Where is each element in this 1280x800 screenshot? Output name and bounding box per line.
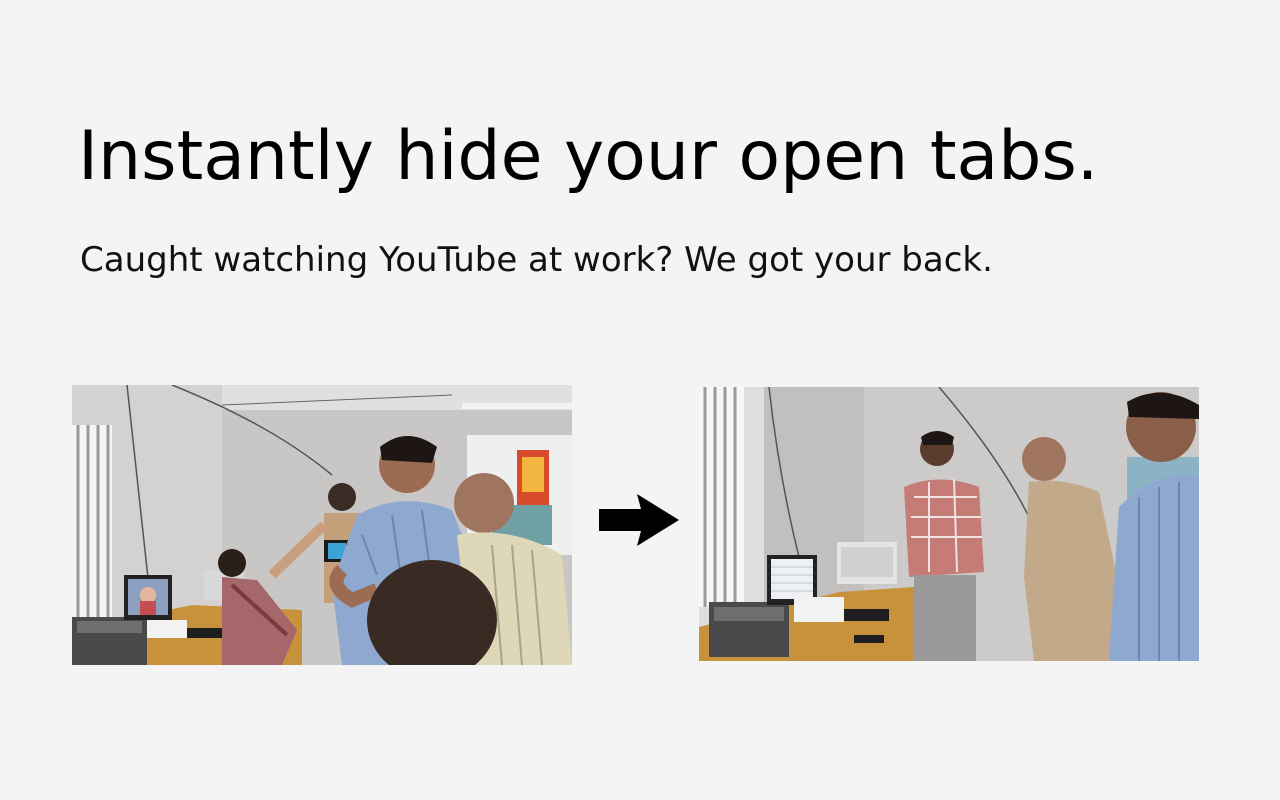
before-photo	[72, 385, 572, 665]
after-photo	[699, 387, 1199, 661]
subheadline: Caught watching YouTube at work? We got …	[80, 240, 993, 280]
promo-page: Instantly hide your open tabs. Caught wa…	[0, 0, 1280, 800]
right-arrow-icon	[599, 494, 679, 546]
headline: Instantly hide your open tabs.	[78, 117, 1099, 196]
